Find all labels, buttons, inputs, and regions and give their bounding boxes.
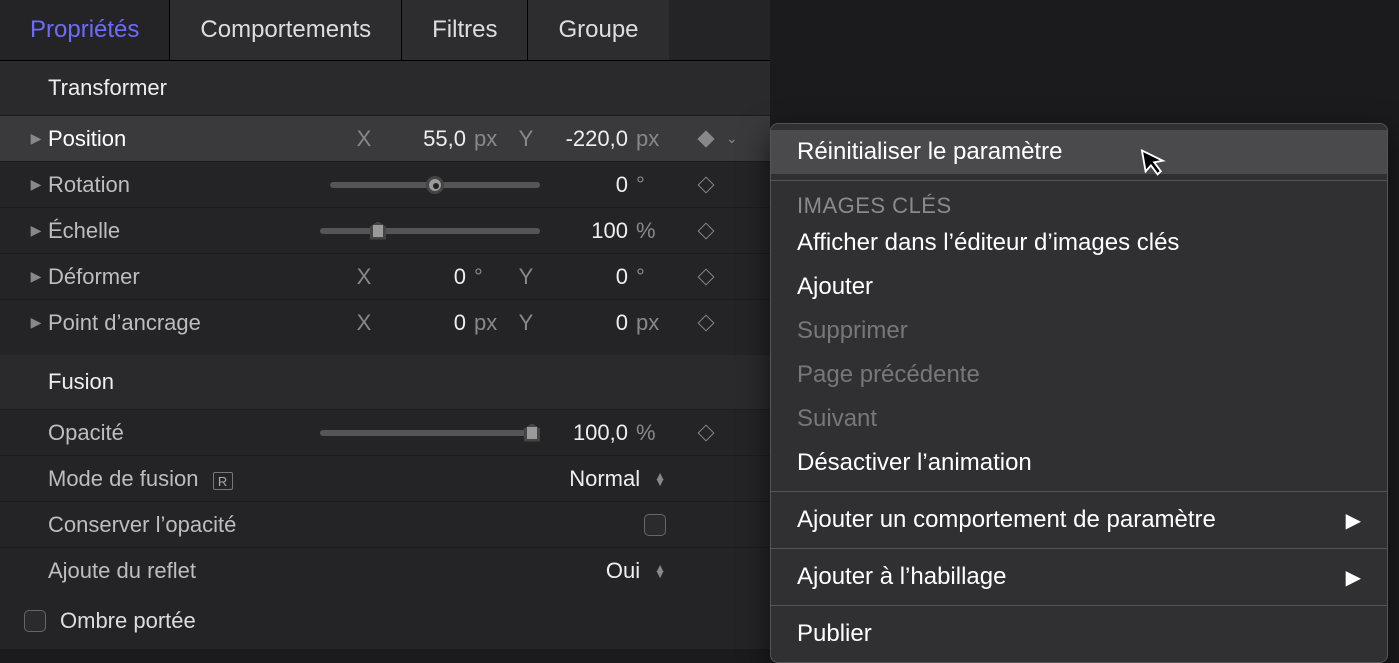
menu-separator	[771, 180, 1387, 181]
submenu-arrow-icon: ▶	[1346, 508, 1361, 533]
axis-y: Y	[512, 264, 540, 290]
reflect-label: Ajoute du reflet	[48, 558, 348, 584]
parameter-context-menu: Réinitialiser le paramètre IMAGES CLÉS A…	[770, 123, 1388, 663]
keyframe-diamond-icon[interactable]	[686, 271, 726, 283]
dropshadow-checkbox[interactable]	[24, 610, 46, 632]
axis-y: Y	[512, 126, 540, 152]
menu-add-param-behavior[interactable]: Ajouter un comportement de paramètre ▶	[771, 498, 1387, 542]
reflect-value[interactable]: Oui	[606, 558, 640, 584]
menu-add-to-rig[interactable]: Ajouter à l’habillage ▶	[771, 555, 1387, 599]
param-menu-button[interactable]: ⌄	[726, 130, 746, 147]
menu-publish[interactable]: Publier	[771, 612, 1387, 656]
opacity-label: Opacité	[48, 420, 258, 446]
blendmode-value[interactable]: Normal	[569, 466, 640, 492]
opacity-unit: %	[636, 420, 666, 446]
tab-filters[interactable]: Filtres	[402, 0, 528, 60]
disclosure-icon[interactable]: ▶	[24, 130, 48, 147]
anchor-x-unit: px	[474, 310, 504, 336]
row-reflection[interactable]: Ajoute du reflet Oui ▲▼	[0, 547, 770, 593]
scale-value[interactable]: 100	[548, 218, 628, 244]
shear-y-unit: °	[636, 264, 666, 290]
rotation-unit: °	[636, 172, 666, 198]
position-x-unit: px	[474, 126, 504, 152]
opacity-value[interactable]: 100,0	[548, 420, 628, 446]
tab-behaviors[interactable]: Comportements	[170, 0, 402, 60]
tab-properties[interactable]: Propriétés	[0, 0, 170, 60]
disclosure-icon[interactable]: ▶	[24, 268, 48, 285]
row-preserve-opacity[interactable]: Conserver l’opacité	[0, 501, 770, 547]
scale-label: Échelle	[48, 218, 258, 244]
menu-add-param-label: Ajouter un comportement de paramètre	[797, 506, 1216, 534]
axis-x: X	[350, 310, 378, 336]
menu-header-keyframes: IMAGES CLÉS	[771, 187, 1387, 221]
row-anchor[interactable]: ▶ Point d’ancrage X 0 px Y 0 px	[0, 299, 770, 345]
keyframe-diamond-icon[interactable]	[686, 179, 726, 191]
keyframe-diamond-icon[interactable]	[686, 317, 726, 329]
preserve-checkbox[interactable]	[644, 514, 666, 536]
menu-prev-kf: Page précédente	[771, 353, 1387, 397]
row-shear[interactable]: ▶ Déformer X 0 ° Y 0 °	[0, 253, 770, 299]
row-rotation[interactable]: ▶ Rotation 0 °	[0, 161, 770, 207]
menu-add-rig-label: Ajouter à l’habillage	[797, 563, 1006, 591]
keyframe-diamond-icon[interactable]	[686, 427, 726, 439]
menu-separator	[771, 491, 1387, 492]
anchor-x-value[interactable]: 0	[386, 310, 466, 336]
position-label: Position	[48, 126, 258, 152]
keyframe-diamond-icon[interactable]	[686, 133, 726, 145]
stepper-icon[interactable]: ▲▼	[654, 473, 666, 485]
row-opacity[interactable]: Opacité 100,0 %	[0, 409, 770, 455]
inspector-tabs: Propriétés Comportements Filtres Groupe	[0, 0, 770, 61]
row-position[interactable]: ▶ Position X 55,0 px Y -220,0 px ⌄	[0, 115, 770, 161]
rotation-value[interactable]: 0	[548, 172, 628, 198]
row-dropshadow[interactable]: Ombre portée	[0, 593, 770, 649]
anchor-y-value[interactable]: 0	[548, 310, 628, 336]
axis-x: X	[350, 126, 378, 152]
rotation-slider[interactable]	[330, 182, 540, 188]
blendmode-label-text: Mode de fusion	[48, 466, 198, 491]
shear-x-value[interactable]: 0	[386, 264, 466, 290]
shear-y-value[interactable]: 0	[548, 264, 628, 290]
position-y-value[interactable]: -220,0	[548, 126, 628, 152]
disclosure-icon[interactable]: ▶	[24, 222, 48, 239]
row-blendmode[interactable]: Mode de fusion R Normal ▲▼	[0, 455, 770, 501]
section-blend: Fusion	[0, 355, 770, 409]
menu-add-kf[interactable]: Ajouter	[771, 265, 1387, 309]
rig-indicator-icon: R	[213, 472, 233, 490]
keyframe-diamond-icon[interactable]	[686, 225, 726, 237]
menu-delete-kf: Supprimer	[771, 309, 1387, 353]
anchor-label: Point d’ancrage	[48, 310, 258, 336]
blendmode-label: Mode de fusion R	[48, 466, 258, 492]
position-x-value[interactable]: 55,0	[386, 126, 466, 152]
menu-separator	[771, 548, 1387, 549]
menu-reset[interactable]: Réinitialiser le paramètre	[771, 130, 1387, 174]
section-transform: Transformer	[0, 61, 770, 115]
shear-label: Déformer	[48, 264, 258, 290]
tab-group[interactable]: Groupe	[528, 0, 668, 60]
submenu-arrow-icon: ▶	[1346, 565, 1361, 590]
preserve-label: Conserver l’opacité	[48, 512, 348, 538]
menu-disable-anim[interactable]: Désactiver l’animation	[771, 441, 1387, 485]
axis-x: X	[350, 264, 378, 290]
disclosure-icon[interactable]: ▶	[24, 314, 48, 331]
anchor-y-unit: px	[636, 310, 666, 336]
row-scale[interactable]: ▶ Échelle 100 %	[0, 207, 770, 253]
disclosure-icon[interactable]: ▶	[24, 176, 48, 193]
shear-x-unit: °	[474, 264, 504, 290]
opacity-slider[interactable]	[320, 430, 540, 436]
dropshadow-label: Ombre portée	[60, 608, 196, 634]
position-y-unit: px	[636, 126, 666, 152]
menu-show-kf-editor[interactable]: Afficher dans l’éditeur d’images clés	[771, 221, 1387, 265]
menu-separator	[771, 605, 1387, 606]
axis-y: Y	[512, 310, 540, 336]
rotation-label: Rotation	[48, 172, 258, 198]
scale-unit: %	[636, 218, 666, 244]
scale-slider[interactable]	[320, 228, 540, 234]
stepper-icon[interactable]: ▲▼	[654, 565, 666, 577]
menu-next-kf: Suivant	[771, 397, 1387, 441]
